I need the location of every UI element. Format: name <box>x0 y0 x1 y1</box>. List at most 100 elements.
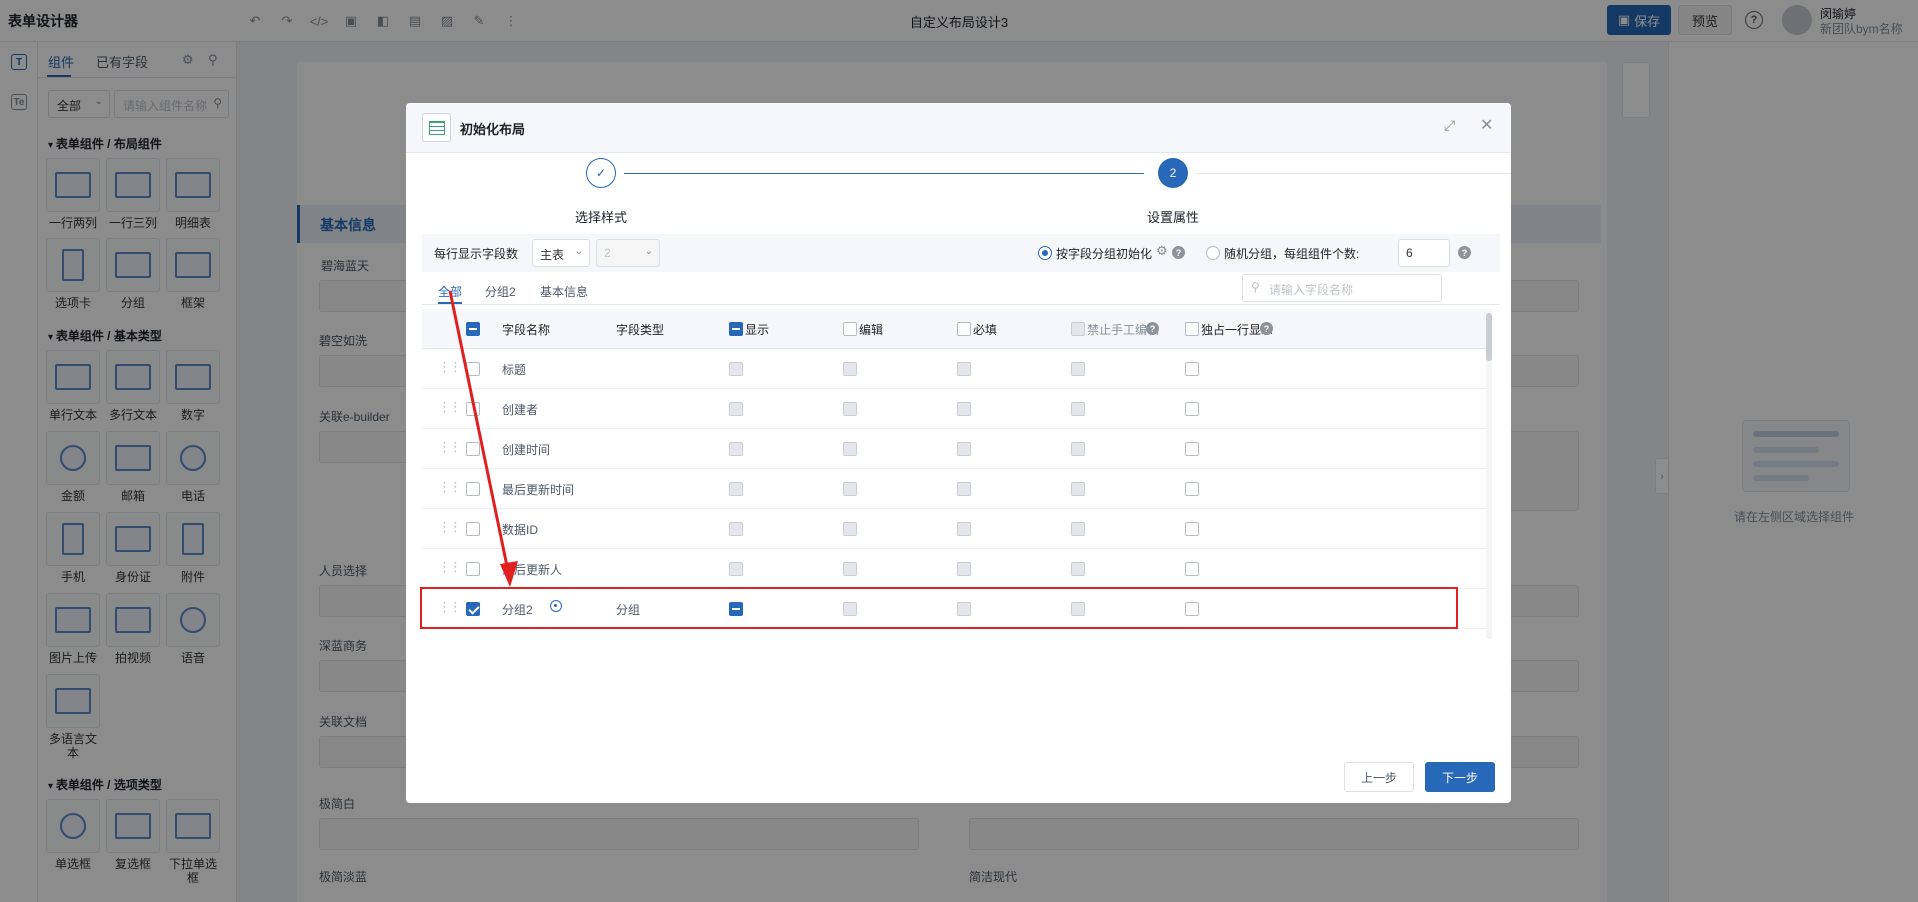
full-row-checkbox[interactable] <box>1185 362 1199 376</box>
full-row-checkbox[interactable] <box>1185 402 1199 416</box>
group-size-input[interactable]: 6 <box>1398 239 1450 267</box>
gear-icon[interactable]: ⚙ <box>1156 243 1168 259</box>
required-checkbox[interactable] <box>957 602 971 616</box>
row-select-checkbox[interactable] <box>466 402 480 416</box>
col-required: 必填 <box>973 323 998 337</box>
show-checkbox[interactable] <box>729 442 743 456</box>
show-checkbox[interactable] <box>729 402 743 416</box>
edit-checkbox[interactable] <box>843 442 857 456</box>
tab-underline <box>438 302 462 304</box>
full-row-checkbox[interactable] <box>1185 442 1199 456</box>
table-header: 字段名称 字段类型 显示 编辑 必填 禁止手工编辑 ? 独占一行显示 ? <box>422 309 1492 349</box>
tab-group2[interactable]: 分组2 <box>485 283 516 300</box>
next-step-button[interactable]: 下一步 <box>1425 762 1495 792</box>
table-select[interactable]: 主表 ⌄ <box>532 239 590 267</box>
edit-checkbox[interactable] <box>843 362 857 376</box>
show-checkbox[interactable] <box>729 362 743 376</box>
group-settings-icon[interactable] <box>550 600 562 612</box>
help-icon[interactable]: ? <box>1260 322 1273 335</box>
row-select-checkbox[interactable] <box>466 362 480 376</box>
required-checkbox[interactable] <box>957 522 971 536</box>
help-icon[interactable]: ? <box>1458 246 1471 259</box>
full-row-checkbox[interactable] <box>1185 602 1199 616</box>
table-select-value: 主表 <box>540 248 565 262</box>
table-row[interactable]: ⋮⋮ 创建时间 <box>422 429 1492 469</box>
search-icon: ⚲ <box>1251 280 1260 294</box>
dialog-header: 初始化布局 ⤢ ✕ <box>406 103 1511 153</box>
edit-checkbox[interactable] <box>843 522 857 536</box>
count-select[interactable]: 2 ⌄ <box>596 239 660 267</box>
field-name: 数据ID <box>502 523 539 537</box>
edit-all-checkbox[interactable] <box>843 322 857 336</box>
edit-checkbox[interactable] <box>843 402 857 416</box>
init-layout-dialog: 初始化布局 ⤢ ✕ ✓ 2 3 选择样式 设置属性 完成 每行显示字段数 主表⌄… <box>406 103 1511 803</box>
table-row[interactable]: ⋮⋮ 标题 <box>422 349 1492 389</box>
dialog-title: 初始化布局 <box>460 122 526 137</box>
prev-step-button[interactable]: 上一步 <box>1344 762 1414 792</box>
edit-checkbox[interactable] <box>843 562 857 576</box>
required-checkbox[interactable] <box>957 482 971 496</box>
expand-icon[interactable]: ⤢ <box>1444 117 1455 134</box>
show-checkbox[interactable] <box>729 602 743 616</box>
no-manual-edit-checkbox[interactable] <box>1071 562 1085 576</box>
no-manual-edit-all-checkbox[interactable] <box>1071 322 1085 336</box>
full-row-checkbox[interactable] <box>1185 482 1199 496</box>
no-manual-edit-checkbox[interactable] <box>1071 482 1085 496</box>
no-manual-edit-checkbox[interactable] <box>1071 442 1085 456</box>
drag-handle-icon[interactable]: ⋮⋮ <box>438 519 462 535</box>
random-group-radio[interactable] <box>1206 246 1220 260</box>
required-checkbox[interactable] <box>957 562 971 576</box>
col-type: 字段类型 <box>616 323 665 337</box>
no-manual-edit-checkbox[interactable] <box>1071 362 1085 376</box>
drag-handle-icon[interactable]: ⋮⋮ <box>438 479 462 495</box>
show-checkbox[interactable] <box>729 562 743 576</box>
group-init-label: 按字段分组初始化 <box>1056 247 1153 261</box>
edit-checkbox[interactable] <box>843 482 857 496</box>
show-all-checkbox[interactable] <box>729 322 743 336</box>
drag-handle-icon[interactable]: ⋮⋮ <box>438 359 462 375</box>
row-select-checkbox[interactable] <box>466 562 480 576</box>
show-checkbox[interactable] <box>729 522 743 536</box>
tab-basic-info[interactable]: 基本信息 <box>540 283 588 300</box>
random-group-label: 随机分组，每组组件个数: <box>1224 247 1360 261</box>
required-checkbox[interactable] <box>957 402 971 416</box>
required-checkbox[interactable] <box>957 362 971 376</box>
no-manual-edit-checkbox[interactable] <box>1071 522 1085 536</box>
table-row[interactable]: ⋮⋮ 分组2 分组 <box>422 589 1492 629</box>
table-row[interactable]: ⋮⋮ 最后更新人 <box>422 549 1492 589</box>
show-checkbox[interactable] <box>729 482 743 496</box>
close-icon[interactable]: ✕ <box>1480 115 1493 135</box>
group-init-radio[interactable] <box>1038 246 1052 260</box>
table-row[interactable]: ⋮⋮ 最后更新时间 <box>422 469 1492 509</box>
row-select-checkbox[interactable] <box>466 522 480 536</box>
table-row[interactable]: ⋮⋮数据状态 <box>422 629 1492 639</box>
drag-handle-icon[interactable]: ⋮⋮ <box>438 599 462 615</box>
scrollbar-thumb[interactable] <box>1486 313 1492 361</box>
row-select-checkbox[interactable] <box>466 482 480 496</box>
full-row-checkbox[interactable] <box>1185 562 1199 576</box>
field-table: 字段名称 字段类型 显示 编辑 必填 禁止手工编辑 ? 独占一行显示 ? ⋮⋮ 标… <box>422 309 1492 639</box>
select-all-checkbox[interactable] <box>466 322 480 336</box>
help-icon[interactable]: ? <box>1146 322 1159 335</box>
required-checkbox[interactable] <box>957 442 971 456</box>
help-icon[interactable]: ? <box>1172 246 1185 259</box>
full-row-checkbox[interactable] <box>1185 522 1199 536</box>
no-manual-edit-checkbox[interactable] <box>1071 402 1085 416</box>
no-manual-edit-checkbox[interactable] <box>1071 602 1085 616</box>
edit-checkbox[interactable] <box>843 602 857 616</box>
row-select-checkbox[interactable] <box>466 602 480 616</box>
drag-handle-icon[interactable]: ⋮⋮ <box>438 439 462 455</box>
field-search-input[interactable]: ⚲ 请输入字段名称 <box>1242 274 1442 302</box>
drag-handle-icon[interactable]: ⋮⋮ <box>438 399 462 415</box>
step-line-done <box>624 173 1144 174</box>
table-row[interactable]: ⋮⋮ 数据ID <box>422 509 1492 549</box>
table-scrollbar[interactable] <box>1486 309 1492 639</box>
full-row-all-checkbox[interactable] <box>1185 322 1199 336</box>
field-name: 创建者 <box>502 403 539 417</box>
table-row[interactable]: ⋮⋮ 创建者 <box>422 389 1492 429</box>
required-all-checkbox[interactable] <box>957 322 971 336</box>
drag-handle-icon[interactable]: ⋮⋮ <box>438 559 462 575</box>
row-select-checkbox[interactable] <box>466 442 480 456</box>
field-name: 创建时间 <box>502 443 551 457</box>
tab-all[interactable]: 全部 <box>438 283 462 300</box>
